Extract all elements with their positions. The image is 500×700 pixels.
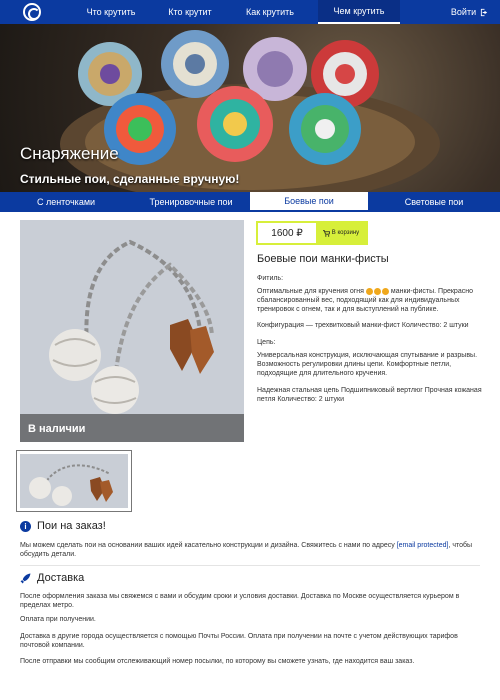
availability-label: В наличии <box>28 423 86 435</box>
fire-icon <box>365 287 373 295</box>
price: 1600 ₽ <box>271 227 303 239</box>
config-text: Конфигурация — трехвитковый манки-фист К… <box>257 322 469 329</box>
add-to-cart-button[interactable]: В корзину <box>316 223 366 243</box>
nav-item-how[interactable]: Как крутить <box>222 0 318 24</box>
hero-banner: Снаряжение Стильные пои, сделанные вручн… <box>0 24 500 192</box>
custom-order-title: Пои на заказ! <box>37 520 106 532</box>
delivery-text-3: Доставка в другие города осуществляется … <box>20 633 458 649</box>
divider <box>20 565 480 566</box>
rocket-icon <box>20 573 31 583</box>
tab-training[interactable]: Тренировочные пои <box>132 192 250 212</box>
chain-label: Цепь: <box>257 339 276 346</box>
delivery-text-4: После отправки мы сообщим отслеживающий … <box>20 658 415 665</box>
tab-light[interactable]: Световые пои <box>368 192 500 212</box>
wick-text-start: Оптимальные для кручения огня <box>257 288 364 295</box>
custom-order-heading: i Пои на заказ! <box>20 520 106 532</box>
fire-icon <box>381 287 389 295</box>
fire-emoji-icons <box>365 287 389 295</box>
hero-subtitle: Стильные пои, сделанные вручную! <box>20 172 240 186</box>
delivery-text-1: После оформления заказа мы свяжемся с ва… <box>20 593 460 609</box>
product-title: Боевые пои манки-фисты <box>257 253 389 265</box>
logo-icon <box>23 3 41 21</box>
hero-title: Снаряжение <box>20 144 119 163</box>
product-thumbnail[interactable] <box>16 450 132 512</box>
product-photo <box>49 239 214 414</box>
custom-order-text: Мы можем сделать пои на основании ваших … <box>20 541 480 559</box>
wick-label: Фитиль: <box>257 275 284 282</box>
cart-label: В корзину <box>331 230 360 236</box>
top-nav: Что крутить Кто крутит Как крутить Чем к… <box>0 0 500 24</box>
delivery-title: Доставка <box>37 572 85 584</box>
wick-description: Оптимальные для кручения огня манки-фист… <box>257 287 485 314</box>
login-icon <box>480 8 488 16</box>
custom-order-text-start: Мы можем сделать пои на основании ваших … <box>20 542 395 549</box>
chain-specs: Надежная стальная цепь Подшипниковый вер… <box>257 387 482 403</box>
tab-ribbons[interactable]: С ленточками <box>0 192 132 212</box>
tab-fire[interactable]: Боевые пои <box>250 192 368 212</box>
cart-icon <box>322 229 330 237</box>
info-icon: i <box>20 520 31 532</box>
product-main-image[interactable]: В наличии <box>20 220 244 442</box>
nav-item-what[interactable]: Что крутить <box>64 0 158 24</box>
login-label: Войти <box>450 7 477 17</box>
thumbnail-photo <box>29 464 113 506</box>
delivery-heading: Доставка <box>20 572 84 584</box>
email-link[interactable]: [email protected] <box>397 542 449 549</box>
login-link[interactable]: Войти <box>440 0 500 24</box>
nav-item-equipment[interactable]: Чем крутить <box>318 0 400 24</box>
chain-description: Универсальная конструкция, исключающая с… <box>257 352 478 377</box>
site-logo[interactable] <box>0 0 64 24</box>
delivery-text-2: Оплата при получении. <box>20 616 96 623</box>
nav-item-who[interactable]: Кто крутит <box>158 0 222 24</box>
hero-photo <box>60 30 440 192</box>
buy-box: 1600 ₽ В корзину <box>256 221 368 245</box>
fire-icon <box>373 287 381 295</box>
category-tabs: С ленточками Тренировочные пои Боевые по… <box>0 192 500 212</box>
thumbnail-image <box>20 454 128 508</box>
